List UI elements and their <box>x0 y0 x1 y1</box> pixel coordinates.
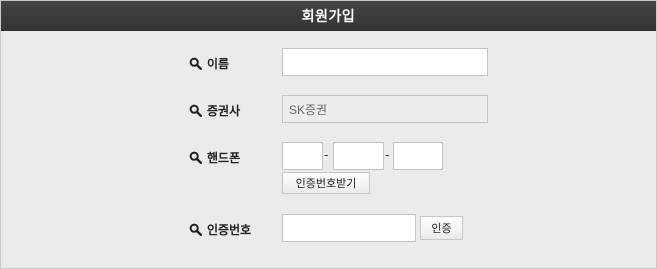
phone-part2-input[interactable] <box>333 142 384 170</box>
name-label: 이름 <box>207 57 230 71</box>
name-input[interactable] <box>282 48 488 76</box>
name-label-row: 이름 <box>189 55 229 72</box>
page-title: 회원가입 <box>1 1 656 31</box>
phone-label: 핸드폰 <box>207 151 241 165</box>
phone-separator: - <box>385 148 390 162</box>
search-icon <box>189 104 202 117</box>
get-code-button[interactable]: 인증번호받기 <box>282 172 370 194</box>
phone-part1-input[interactable] <box>282 142 323 170</box>
broker-label: 증권사 <box>207 104 241 118</box>
verify-button[interactable]: 인증 <box>420 216 463 240</box>
search-icon <box>189 57 202 70</box>
broker-label-row: 증권사 <box>189 102 240 119</box>
code-label-row: 인증번호 <box>189 221 251 238</box>
broker-field <box>282 95 488 123</box>
phone-part3-input[interactable] <box>393 142 443 170</box>
signup-panel: 회원가입 이름 증권사 핸드폰 - - 인증번호받기 인증번호 인증 <box>0 0 657 269</box>
code-label: 인증번호 <box>207 223 252 237</box>
code-input[interactable] <box>282 214 416 242</box>
phone-label-row: 핸드폰 <box>189 149 240 166</box>
search-icon <box>189 223 202 236</box>
phone-separator: - <box>324 148 329 162</box>
search-icon <box>189 151 202 164</box>
